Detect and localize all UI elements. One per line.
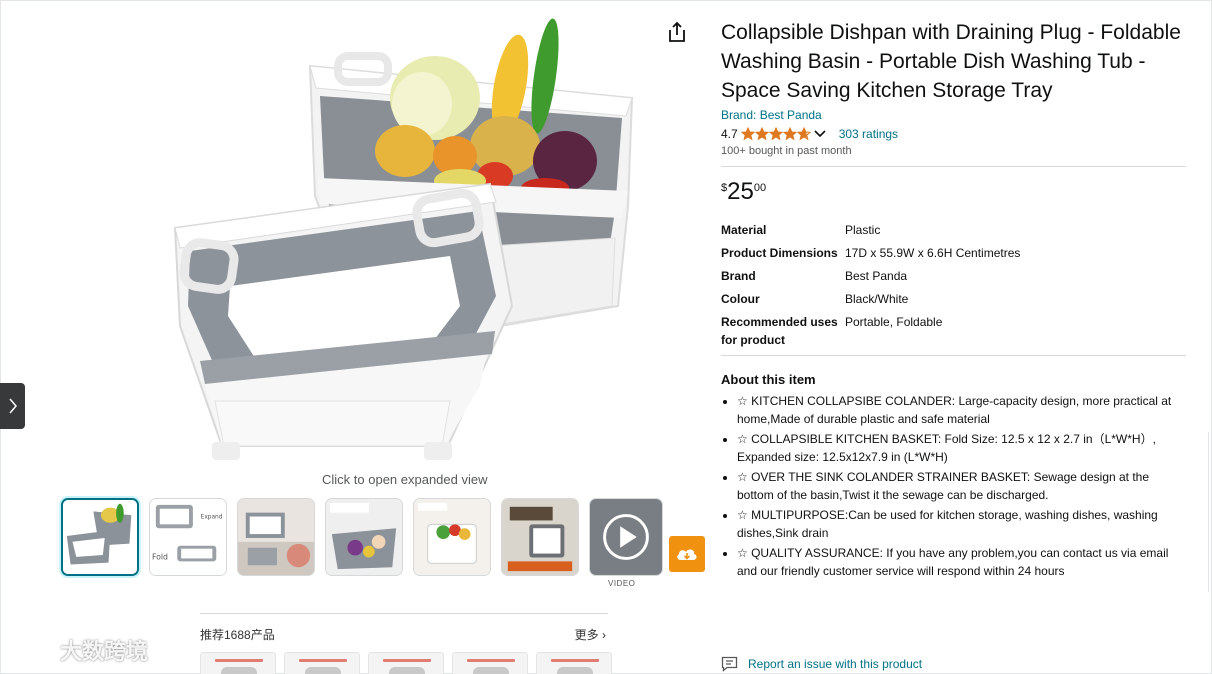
- chevron-down-icon[interactable]: [813, 129, 827, 139]
- recommend-item[interactable]: [368, 652, 444, 674]
- thumbnail-1[interactable]: [61, 498, 139, 576]
- share-icon: [669, 21, 685, 42]
- thumbnail-4[interactable]: [325, 498, 403, 576]
- spec-value: Best Panda: [845, 269, 908, 283]
- video-label: VIDEO: [608, 579, 636, 588]
- spec-value: 17D x 55.9W x 6.6H Centimetres: [845, 246, 1021, 260]
- spec-row: Recommended uses for product Portable, F…: [721, 313, 1186, 349]
- cloud-download-button[interactable]: [669, 536, 705, 572]
- thumbnail-6[interactable]: [501, 498, 579, 576]
- spec-key: Recommended uses for product: [721, 315, 838, 347]
- spec-key: Brand: [721, 269, 756, 283]
- rating-value: 4.7: [721, 126, 738, 141]
- about-bullet: ☆ KITCHEN COLLAPSIBE COLANDER: Large-cap…: [737, 392, 1186, 428]
- svg-text:Expand: Expand: [201, 514, 223, 520]
- report-issue-label[interactable]: Report an issue with this product: [748, 657, 922, 671]
- about-bullet: ☆ MULTIPURPOSE:Can be used for kitchen s…: [737, 506, 1186, 542]
- carousel-prev-button[interactable]: [0, 383, 25, 429]
- watermark-logo-icon: [10, 638, 52, 662]
- star-icon: [768, 126, 783, 140]
- spec-value: Portable, Foldable: [845, 315, 943, 329]
- share-button[interactable]: [666, 20, 688, 44]
- report-icon: [721, 656, 738, 672]
- recommend-item[interactable]: [284, 652, 360, 674]
- star-icon: [754, 126, 769, 140]
- about-title: About this item: [721, 372, 816, 387]
- spec-row: Brand Best Panda: [721, 267, 1186, 285]
- recommend-item[interactable]: [200, 652, 276, 674]
- product-title: Collapsible Dishpan with Draining Plug -…: [721, 21, 1181, 102]
- star-icon: [782, 126, 797, 140]
- divider: [721, 166, 1186, 167]
- price-fraction: 00: [753, 182, 767, 194]
- spec-key: Product Dimensions: [721, 246, 838, 260]
- thumbnail-5[interactable]: [413, 498, 491, 576]
- spec-key: Material: [721, 223, 767, 237]
- main-product-image[interactable]: [160, 6, 650, 468]
- spec-row: Material Plastic: [721, 221, 1186, 239]
- star-icon: [796, 126, 811, 140]
- spec-value: Plastic: [845, 223, 881, 237]
- ratings-count-link[interactable]: 303 ratings: [839, 127, 898, 141]
- rating-row: 4.7 303 ratings: [721, 125, 1186, 142]
- spec-table: Material Plastic Product Dimensions 17D …: [721, 221, 1186, 349]
- chevron-right-icon: [8, 398, 17, 414]
- svg-text:Fold: Fold: [152, 552, 168, 561]
- price-whole: 25: [727, 178, 754, 205]
- product-details: Collapsible Dishpan with Draining Plug -…: [721, 18, 1186, 582]
- recommend-item[interactable]: [536, 652, 612, 674]
- report-issue-link[interactable]: Report an issue with this product: [721, 656, 922, 672]
- thumbnail-3[interactable]: [237, 498, 315, 576]
- spec-key: Colour: [721, 292, 760, 306]
- right-edge-divider: [1208, 432, 1212, 592]
- price: $ 25 00: [721, 179, 1186, 207]
- about-bullets: ☆ KITCHEN COLLAPSIBE COLANDER: Large-cap…: [721, 392, 1186, 580]
- bought-count: 100+ bought in past month: [721, 145, 852, 157]
- watermark: 大数跨境: [8, 634, 148, 666]
- about-bullet: ☆ COLLAPSIBLE KITCHEN BASKET: Fold Size:…: [737, 430, 1186, 466]
- cloud-download-icon: [677, 549, 697, 560]
- thumbnail-2[interactable]: Expand Fold: [149, 498, 227, 576]
- star-icon: [740, 126, 755, 140]
- about-bullet: ☆ OVER THE SINK COLANDER STRAINER BASKET…: [737, 468, 1186, 504]
- about-bullet: ☆ QUALITY ASSURANCE: If you have any pro…: [737, 544, 1186, 580]
- spec-row: Colour Black/White: [721, 290, 1186, 308]
- star-rating[interactable]: [740, 126, 811, 141]
- spec-value: Black/White: [845, 292, 909, 306]
- recommend-title: 推荐1688产品: [200, 628, 275, 642]
- recommend-item[interactable]: [452, 652, 528, 674]
- divider: [721, 355, 1186, 356]
- thumbnail-video[interactable]: [589, 498, 663, 576]
- brand-store-link[interactable]: Brand: Best Panda: [721, 108, 1186, 122]
- recommend-1688-panel: 推荐1688产品 更多 ›: [200, 613, 612, 674]
- watermark-text: 大数跨境: [60, 639, 149, 664]
- spec-row: Product Dimensions 17D x 55.9W x 6.6H Ce…: [721, 244, 1186, 262]
- recommend-more-link[interactable]: 更多 ›: [575, 626, 606, 643]
- thumbnail-strip: Expand Fold: [61, 498, 663, 578]
- expand-view-caption[interactable]: Click to open expanded view: [322, 472, 488, 487]
